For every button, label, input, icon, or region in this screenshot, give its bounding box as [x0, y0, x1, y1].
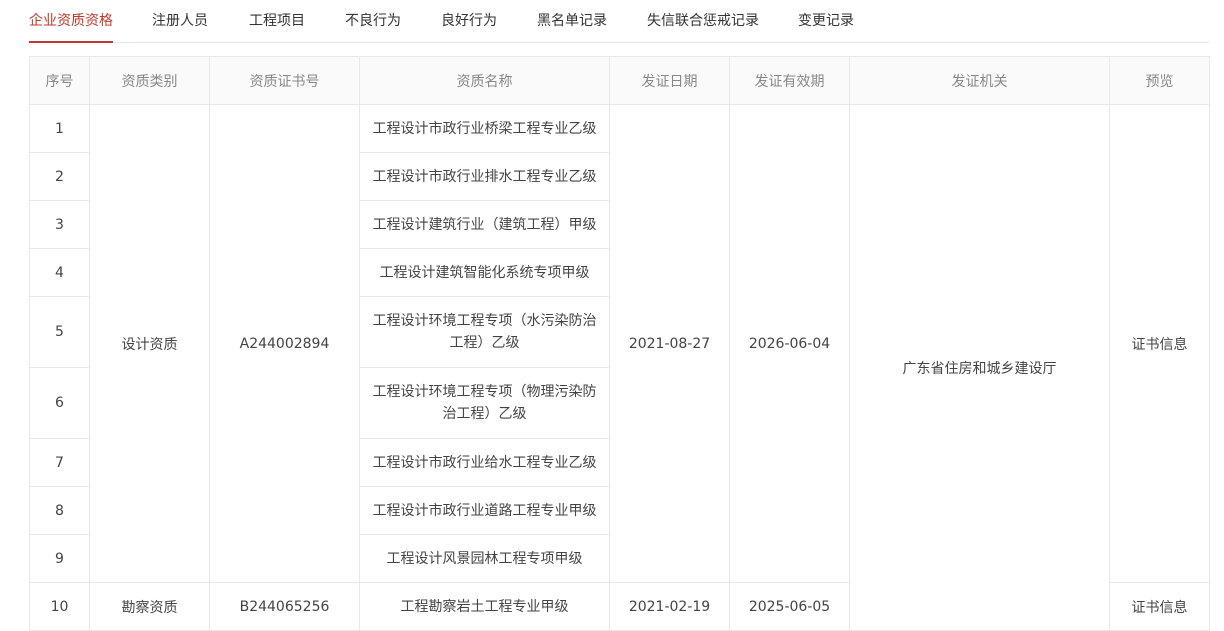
cert-no-cell: A244002894 [209, 104, 360, 583]
header-cert-no: 资质证书号 [209, 56, 360, 105]
qualification-name-cell: 工程设计风景园林工程专项甲级 [359, 534, 610, 583]
tab-enterprise-qualification[interactable]: 企业资质资格 [29, 0, 113, 43]
header-valid-until: 发证有效期 [729, 56, 850, 105]
qualification-name-cell: 工程设计市政行业给水工程专业乙级 [359, 438, 610, 487]
valid-until-cell: 2025-06-05 [729, 582, 850, 631]
qualification-name-cell: 工程设计市政行业桥梁工程专业乙级 [359, 104, 610, 153]
qualification-name-cell: 工程设计市政行业道路工程专业甲级 [359, 486, 610, 535]
issue-date-cell: 2021-02-19 [609, 582, 730, 631]
qualification-name-cell: 工程设计市政行业排水工程专业乙级 [359, 152, 610, 201]
qualification-table: 序号 资质类别 资质证书号 资质名称 发证日期 发证有效期 发证机关 预览 1 … [29, 56, 1210, 631]
row-no: 10 [29, 582, 90, 631]
row-no: 6 [29, 367, 90, 439]
tab-bar: 企业资质资格 注册人员 工程项目 不良行为 良好行为 黑名单记录 失信联合惩戒记… [29, 0, 1209, 43]
valid-until-cell: 2026-06-04 [729, 104, 850, 583]
table-header-row: 序号 资质类别 资质证书号 资质名称 发证日期 发证有效期 发证机关 预览 [29, 56, 1210, 105]
issuer-cell: 广东省住房和城乡建设厅 [849, 104, 1110, 631]
cert-no-cell: B244065256 [209, 582, 360, 631]
row-no: 4 [29, 248, 90, 297]
header-issue-date: 发证日期 [609, 56, 730, 105]
tab-blacklist[interactable]: 黑名单记录 [537, 0, 607, 42]
header-no: 序号 [29, 56, 90, 105]
qualification-name-cell: 工程勘察岩土工程专业甲级 [359, 582, 610, 631]
tab-registered-personnel[interactable]: 注册人员 [152, 0, 208, 42]
issue-date-cell: 2021-08-27 [609, 104, 730, 583]
row-no: 3 [29, 200, 90, 249]
certificate-info-link[interactable]: 证书信息 [1109, 104, 1210, 583]
header-qualification-name: 资质名称 [359, 56, 610, 105]
row-no: 2 [29, 152, 90, 201]
row-no: 5 [29, 296, 90, 368]
category-cell: 勘察资质 [89, 582, 210, 631]
header-issuer: 发证机关 [849, 56, 1110, 105]
row-no: 7 [29, 438, 90, 487]
tab-good-behavior[interactable]: 良好行为 [441, 0, 497, 42]
certificate-info-link[interactable]: 证书信息 [1109, 582, 1210, 631]
tab-engineering-projects[interactable]: 工程项目 [249, 0, 305, 42]
tab-change-records[interactable]: 变更记录 [798, 0, 854, 42]
qualification-name-cell: 工程设计环境工程专项（水污染防治工程）乙级 [359, 296, 610, 368]
category-cell: 设计资质 [89, 104, 210, 583]
header-preview: 预览 [1109, 56, 1210, 105]
qualification-name-cell: 工程设计建筑行业（建筑工程）甲级 [359, 200, 610, 249]
table-row: 1 设计资质 A244002894 工程设计市政行业桥梁工程专业乙级 2021-… [29, 104, 1210, 631]
header-category: 资质类别 [89, 56, 210, 105]
tab-bad-behavior[interactable]: 不良行为 [345, 0, 401, 42]
qualification-name-cell: 工程设计环境工程专项（物理污染防治工程）乙级 [359, 367, 610, 439]
row-no: 8 [29, 486, 90, 535]
tab-joint-punishment[interactable]: 失信联合惩戒记录 [647, 0, 759, 42]
qualification-name-cell: 工程设计建筑智能化系统专项甲级 [359, 248, 610, 297]
row-no: 1 [29, 104, 90, 153]
row-no: 9 [29, 534, 90, 583]
